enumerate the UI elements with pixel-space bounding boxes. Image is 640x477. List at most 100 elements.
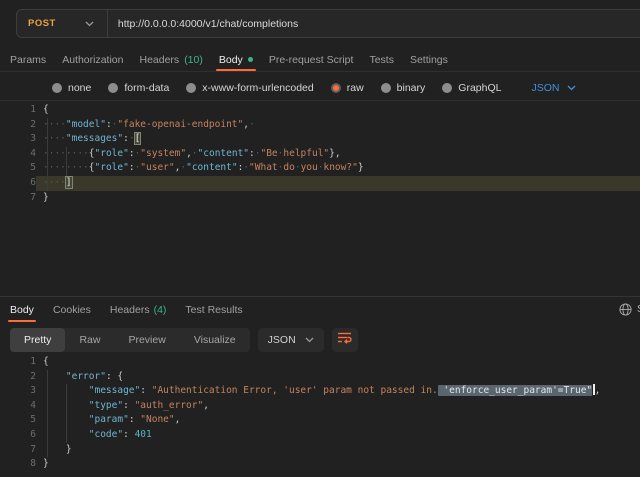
code-token: know?": [323, 162, 357, 173]
radio-icon: [442, 83, 452, 93]
line-number: 1: [0, 103, 36, 118]
response-tabs: Body Cookies Headers(4) Test Results S: [0, 298, 640, 322]
code-token: "error": [66, 371, 106, 382]
response-tab-test-results[interactable]: Test Results: [185, 298, 242, 322]
view-pretty[interactable]: Pretty: [10, 328, 65, 352]
url-input[interactable]: http://0.0.0.0:4000/v1/chat/completions: [118, 18, 298, 30]
code-line[interactable]: 5 "param": "None",: [0, 413, 640, 428]
code-token: "Authentication Error, 'user' param not …: [152, 385, 438, 396]
indent-guide: [47, 370, 48, 458]
code-token: ,: [175, 414, 181, 425]
code-line[interactable]: 2 "error": {: [0, 370, 640, 385]
chevron-down-icon: [567, 82, 576, 94]
wrap-text-icon: [337, 331, 352, 349]
code-line[interactable]: 7}: [0, 191, 640, 206]
divider: [0, 296, 640, 297]
divider: [107, 10, 108, 37]
response-tab-body[interactable]: Body: [10, 298, 34, 322]
code-line[interactable]: 6 "code": 401: [0, 428, 640, 443]
tab-pre-request-script[interactable]: Pre-request Script: [269, 48, 354, 71]
tab-settings[interactable]: Settings: [410, 48, 448, 71]
code-token: "model": [66, 119, 106, 130]
chevron-down-icon: [305, 334, 314, 346]
line-number: 8: [0, 457, 36, 472]
code-line[interactable]: 3····"messages":·[: [0, 132, 640, 147]
mode-raw[interactable]: raw: [331, 82, 364, 94]
code-token: ]: [66, 177, 72, 188]
code-text: ····"model":·"fake-openai-endpoint",·: [36, 118, 640, 133]
indent-guide: [47, 118, 48, 191]
view-raw[interactable]: Raw: [65, 328, 114, 352]
request-tabs: Params Authorization Headers(10) Body Pr…: [0, 48, 464, 71]
code-text: "param": "None",: [36, 413, 640, 428]
code-line[interactable]: 1{: [0, 355, 640, 370]
response-body-viewer[interactable]: 1{2 "error": {3 "message": "Authenticati…: [0, 355, 640, 472]
tab-headers[interactable]: Headers(10): [139, 48, 202, 71]
body-mode-row: none form-data x-www-form-urlencoded raw…: [0, 77, 576, 99]
code-token: "role": [95, 148, 129, 159]
code-token: "code": [89, 429, 123, 440]
response-tab-cookies[interactable]: Cookies: [53, 298, 91, 322]
code-token: "content": [186, 162, 237, 173]
mode-none[interactable]: none: [52, 82, 91, 94]
response-type-selector[interactable]: JSON: [258, 328, 324, 352]
code-token: },: [329, 148, 340, 159]
code-token: "fake-openai-endpoint": [117, 119, 243, 130]
indent-guide: [66, 384, 67, 442]
request-body-editor[interactable]: 1{2····"model":·"fake-openai-endpoint",·…: [0, 103, 640, 205]
code-token: {: [117, 371, 123, 382]
code-token: "user": [140, 162, 174, 173]
tab-body[interactable]: Body: [219, 48, 253, 71]
view-preview[interactable]: Preview: [114, 328, 179, 352]
code-token: ·: [129, 133, 135, 144]
code-line[interactable]: 7 }: [0, 443, 640, 458]
code-line[interactable]: 4 "type": "auth_error",: [0, 399, 640, 414]
response-view-switcher: Pretty Raw Preview Visualize: [10, 328, 250, 352]
code-line[interactable]: 2····"model":·"fake-openai-endpoint",·: [0, 118, 640, 133]
divider: [0, 71, 640, 72]
code-line[interactable]: 5········{"role":·"user",·"content":·"Wh…: [0, 161, 640, 176]
unsaved-dot-icon: [248, 57, 253, 62]
radio-icon: [381, 83, 391, 93]
globe-icon[interactable]: [619, 303, 632, 316]
code-token: "message": [89, 385, 140, 396]
code-token: ·: [249, 119, 255, 130]
code-text: ········{"role":·"user",·"content":·"Wha…: [36, 161, 640, 176]
mode-form-data[interactable]: form-data: [108, 82, 169, 94]
code-line[interactable]: 6····]: [0, 176, 640, 191]
code-token: "auth_error": [135, 400, 204, 411]
method-label: POST: [28, 18, 56, 29]
view-visualize[interactable]: Visualize: [180, 328, 250, 352]
code-line[interactable]: 8}: [0, 457, 640, 472]
code-token: "role": [95, 162, 129, 173]
radio-icon: [186, 83, 196, 93]
radio-selected-icon: [331, 83, 341, 93]
code-line[interactable]: 4········{"role":·"system",·"content":·"…: [0, 147, 640, 162]
code-token: ,: [595, 385, 601, 396]
line-number: 5: [0, 161, 36, 176]
response-tab-headers[interactable]: Headers(4): [110, 298, 167, 322]
code-text: {: [36, 103, 640, 118]
wrap-text-button[interactable]: [332, 328, 358, 352]
line-number: 7: [0, 191, 36, 206]
code-token: you: [301, 162, 318, 173]
line-number: 6: [0, 176, 36, 191]
code-line[interactable]: 1{: [0, 103, 640, 118]
mode-x-www-form-urlencoded[interactable]: x-www-form-urlencoded: [186, 82, 313, 94]
code-token: "system": [140, 148, 186, 159]
code-token: "messages": [66, 133, 123, 144]
tab-authorization[interactable]: Authorization: [62, 48, 123, 71]
code-text: }: [36, 457, 640, 472]
code-token: }: [358, 162, 364, 173]
code-token: helpful": [283, 148, 329, 159]
code-token: }: [66, 444, 72, 455]
mode-graphql[interactable]: GraphQL: [442, 82, 501, 94]
method-selector[interactable]: POST: [17, 18, 94, 29]
code-token: {: [43, 356, 49, 367]
tab-tests[interactable]: Tests: [369, 48, 394, 71]
raw-type-selector[interactable]: JSON: [531, 82, 575, 94]
mode-binary[interactable]: binary: [381, 82, 426, 94]
code-line[interactable]: 3 "message": "Authentication Error, 'use…: [0, 384, 640, 399]
code-token: }: [43, 192, 49, 203]
tab-params[interactable]: Params: [10, 48, 46, 71]
